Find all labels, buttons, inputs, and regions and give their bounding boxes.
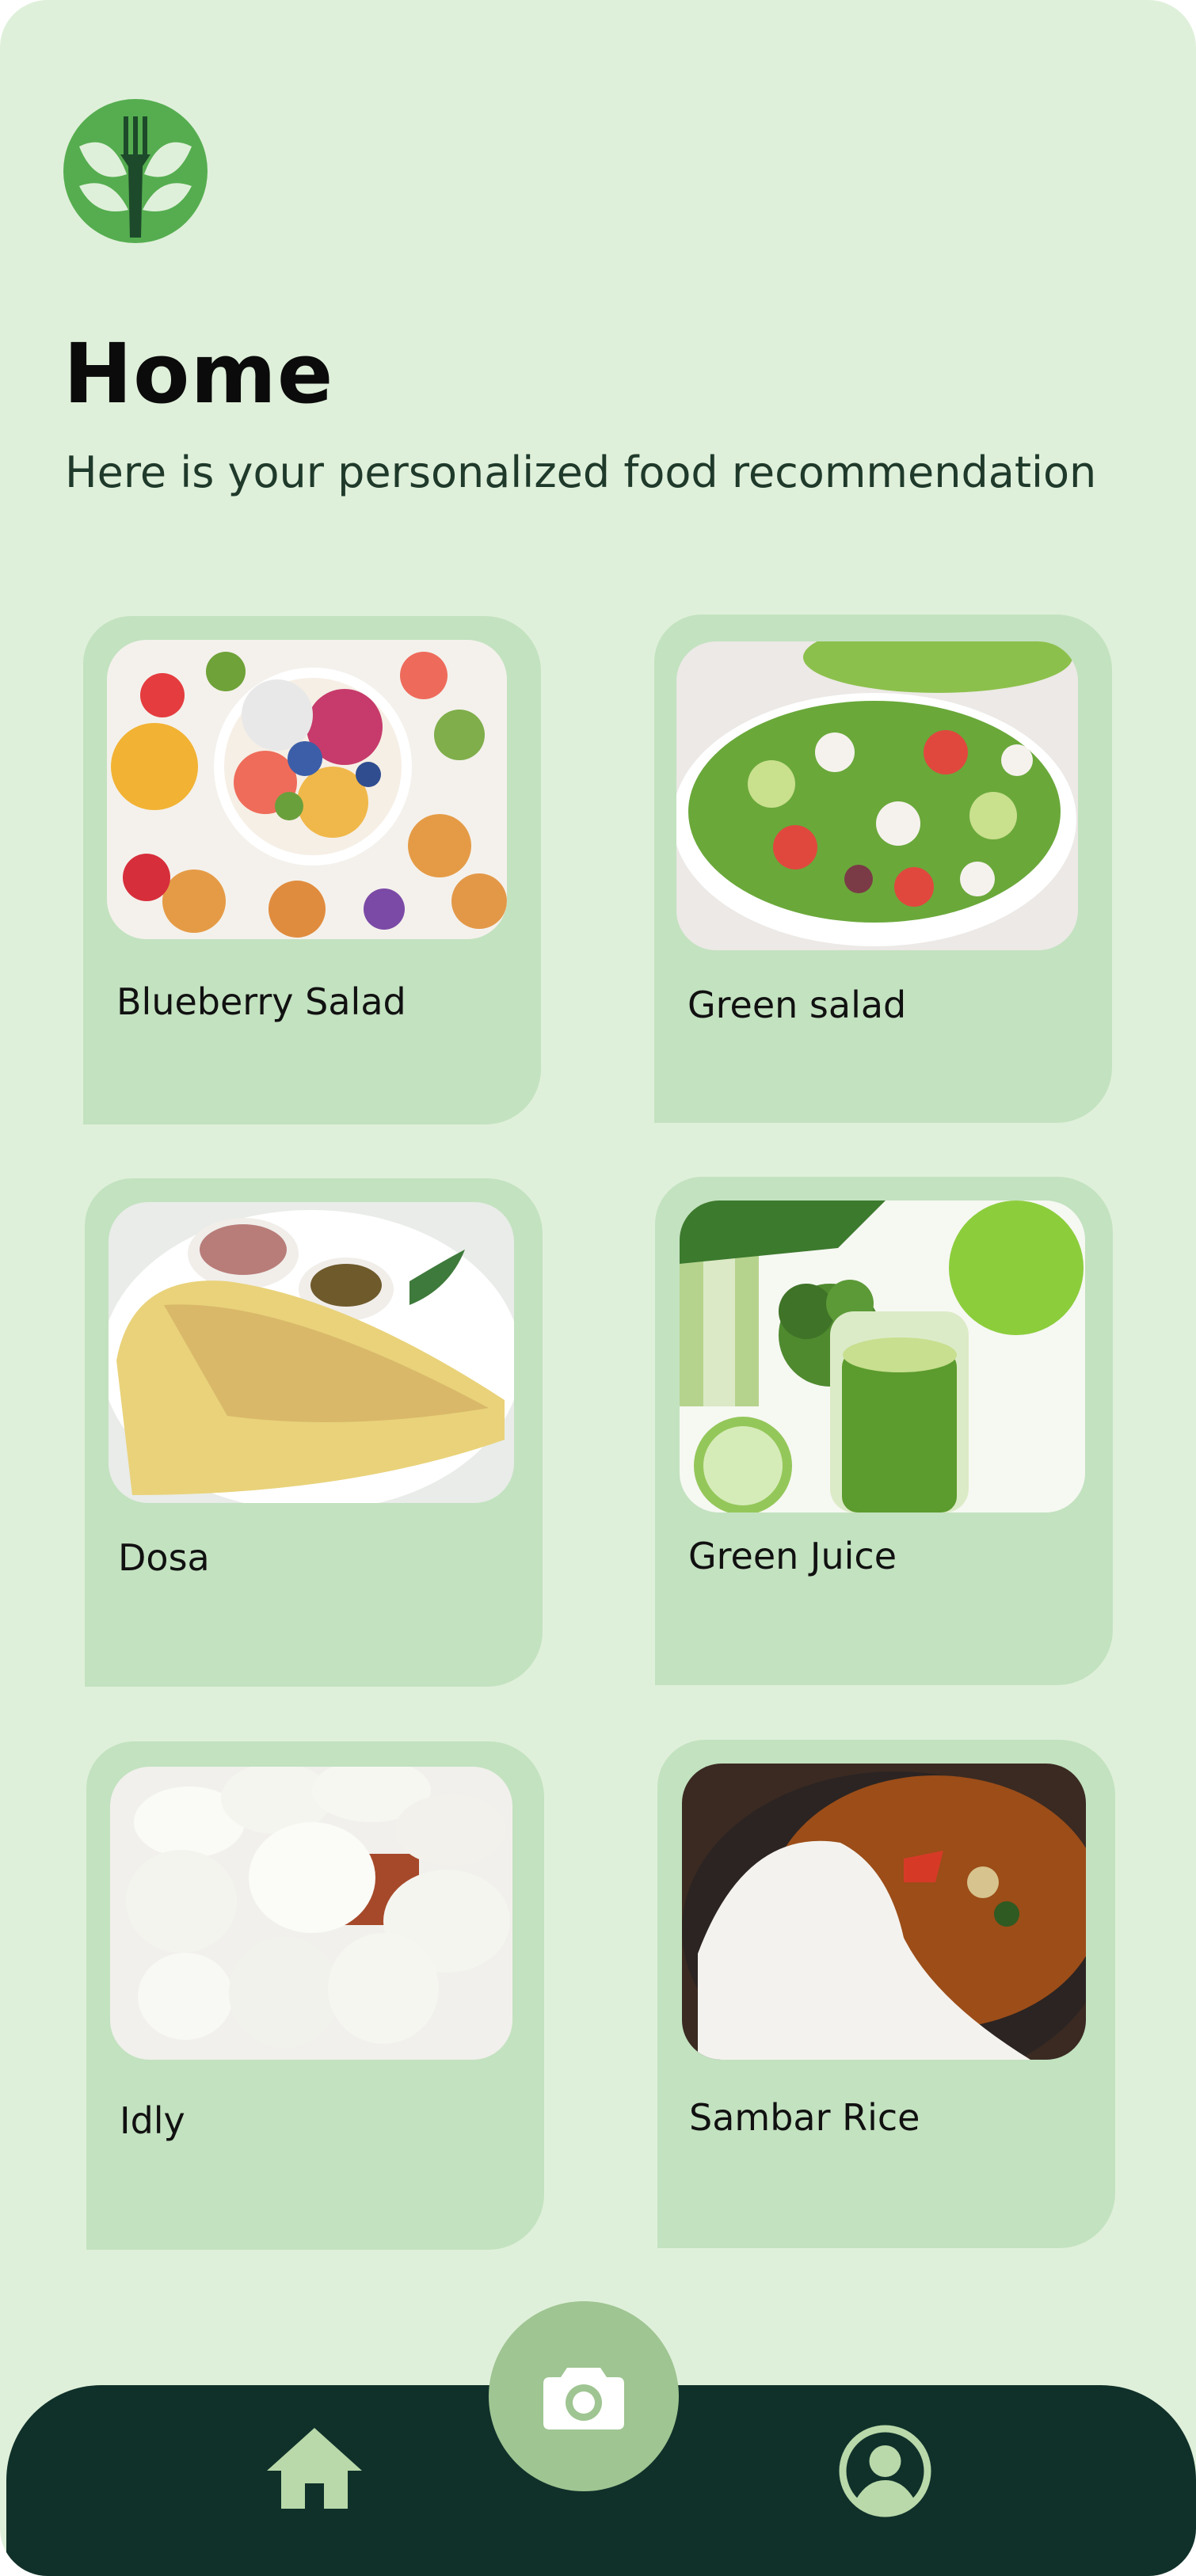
home-icon[interactable] — [265, 2425, 364, 2512]
dosa-photo — [109, 1202, 514, 1503]
food-card-idly[interactable]: Idly — [86, 1741, 544, 2250]
green-juice-photo — [680, 1200, 1085, 1512]
home-screen: Home Here is your personalized food reco… — [0, 0, 1196, 2576]
camera-button[interactable] — [489, 2301, 679, 2491]
food-card-label: Green salad — [688, 984, 907, 1026]
tree-fork-logo-icon — [63, 99, 208, 243]
food-card-sambar-rice[interactable]: Sambar Rice — [657, 1740, 1115, 2248]
camera-icon — [543, 2368, 624, 2430]
food-card-label: Blueberry Salad — [116, 980, 406, 1023]
food-card-label: Dosa — [118, 1536, 210, 1579]
food-card-green-salad[interactable]: Green salad — [654, 615, 1112, 1123]
green-salad-photo — [676, 641, 1078, 950]
food-card-label: Green Juice — [688, 1535, 897, 1577]
food-card-label: Idly — [120, 2099, 185, 2142]
profile-icon[interactable] — [836, 2422, 935, 2521]
food-card-green-juice[interactable]: Green Juice — [655, 1177, 1113, 1685]
idly-photo — [110, 1767, 512, 2060]
page-title: Home — [63, 325, 334, 422]
food-card-blueberry-salad[interactable]: Blueberry Salad — [83, 616, 541, 1124]
blueberry-salad-photo — [107, 640, 507, 939]
food-card-label: Sambar Rice — [689, 2096, 920, 2139]
food-card-dosa[interactable]: Dosa — [85, 1178, 543, 1687]
page-subtitle: Here is your personalized food recommend… — [65, 447, 1097, 497]
sambar-rice-photo — [682, 1764, 1086, 2060]
